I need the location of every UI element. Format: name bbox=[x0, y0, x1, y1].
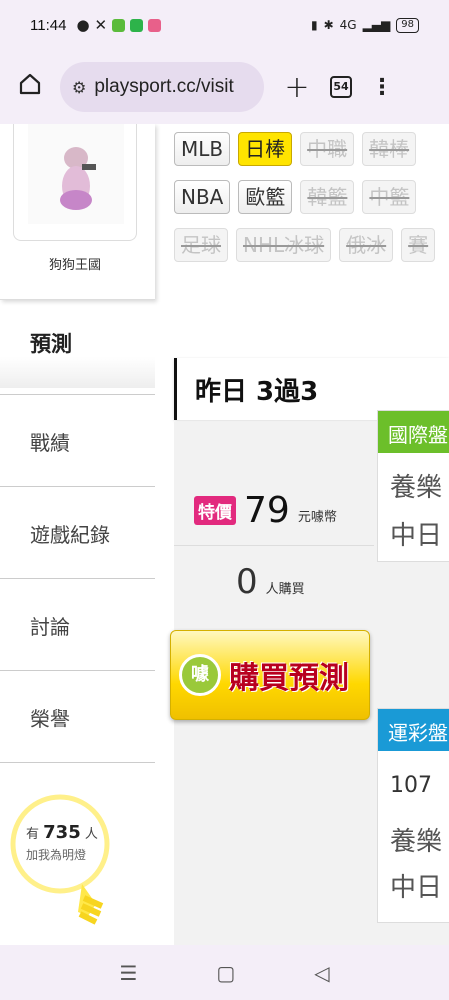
app-icon: ✕ bbox=[94, 16, 108, 34]
tag-kbo: 韓棒 bbox=[362, 132, 417, 166]
sidebar-item-label: 戰績 bbox=[30, 431, 70, 455]
prediction-content: 特價 79 元噱幣 0 人購買 噱 購買預測 國際盤 養樂 中日 運彩盤 107… bbox=[170, 410, 449, 945]
bluetooth-icon: ✱ bbox=[323, 18, 334, 32]
tag-npb[interactable]: 日棒 bbox=[238, 132, 293, 166]
app-pink-icon bbox=[148, 18, 162, 32]
status-time: 11:44 bbox=[30, 16, 67, 34]
profile-card: 狗狗王國 bbox=[0, 124, 155, 300]
sidebar-item-record[interactable]: 戰績 bbox=[0, 395, 155, 487]
app-green2-icon bbox=[130, 18, 144, 32]
new-tab-button[interactable]: + bbox=[264, 70, 330, 105]
sale-badge: 特價 bbox=[194, 496, 236, 525]
sidebar-item-label: 遊戲紀錄 bbox=[30, 523, 110, 547]
url-text: playsport.cc/visit bbox=[94, 76, 234, 97]
tag-row-1: MLB 日棒 中職 韓棒 bbox=[174, 132, 449, 166]
fans-count: 735 bbox=[43, 822, 81, 843]
buy-prediction-button[interactable]: 噱 購買預測 bbox=[170, 630, 370, 720]
browser-toolbar: ⚙ playsport.cc/visit + 54 ⋮ bbox=[0, 50, 449, 124]
buy-prediction-label: 購買預測 bbox=[229, 661, 349, 696]
avatar-frame[interactable] bbox=[13, 124, 137, 241]
panel-header: 運彩盤 bbox=[378, 709, 449, 751]
status-bar: 11:44 ● ✕ ▮ ✱ 4G ▂▄▆ 98 bbox=[0, 0, 449, 50]
coin-icon: 噱 bbox=[179, 654, 221, 696]
sport-tags: MLB 日棒 中職 韓棒 NBA 歐籃 韓籃 中籃 足球 NHL冰球 俄冰 賽 bbox=[174, 132, 449, 276]
site-settings-icon[interactable]: ⚙ bbox=[72, 78, 86, 97]
buyers-label: 人購買 bbox=[265, 581, 305, 597]
address-bar[interactable]: ⚙ playsport.cc/visit bbox=[60, 62, 264, 112]
tag-cpbl: 中職 bbox=[300, 132, 355, 166]
tag-korea-basketball: 韓籃 bbox=[300, 180, 355, 214]
buyers-count: 0 bbox=[236, 562, 258, 602]
status-right: ▮ ✱ 4G ▂▄▆ 98 bbox=[310, 17, 419, 33]
notification-icons: ● ✕ bbox=[76, 16, 162, 34]
system-nav-bar: ☰ ▢ ◁ bbox=[0, 945, 449, 1000]
sidebar-item-label: 預測 bbox=[30, 332, 72, 356]
price-row: 特價 79 元噱幣 bbox=[194, 490, 337, 531]
chat-icon: ● bbox=[76, 16, 90, 34]
fans-count-line: 有 735 人 bbox=[26, 822, 98, 843]
sidebar: 狗狗王國 預測 戰績 遊戲紀錄 討論 榮譽 有 735 人 加我為明燈 bbox=[0, 124, 155, 945]
panel-header: 國際盤 bbox=[378, 411, 449, 453]
team-row[interactable]: 養樂 bbox=[378, 811, 449, 857]
follow-bulb-button[interactable]: 有 735 人 加我為明燈 bbox=[8, 794, 118, 934]
home-icon bbox=[19, 73, 41, 95]
result-title: 昨日 3過3 bbox=[195, 377, 319, 407]
sidebar-nav: 戰績 遊戲紀錄 討論 榮譽 bbox=[0, 394, 155, 763]
tag-nba[interactable]: NBA bbox=[174, 180, 231, 214]
tag-row-3: 足球 NHL冰球 俄冰 賽 bbox=[174, 228, 449, 262]
avatar bbox=[28, 124, 124, 224]
home-button[interactable] bbox=[0, 72, 60, 102]
battery-icon: 98 bbox=[396, 17, 419, 33]
sidebar-item-game-log[interactable]: 遊戲紀錄 bbox=[0, 487, 155, 579]
divider bbox=[174, 545, 374, 546]
page-content: 狗狗王國 預測 戰績 遊戲紀錄 討論 榮譽 有 735 人 加我為明燈 MLB … bbox=[0, 124, 449, 945]
team-row[interactable]: 中日 bbox=[378, 505, 449, 561]
sidebar-item-honors[interactable]: 榮譽 bbox=[0, 671, 155, 763]
price-unit: 元噱幣 bbox=[297, 510, 337, 525]
tab-count-button[interactable]: 54 bbox=[330, 76, 352, 98]
tag-nhl: NHL冰球 bbox=[236, 228, 332, 262]
sidebar-item-label: 榮譽 bbox=[30, 707, 70, 731]
tag-row-2: NBA 歐籃 韓籃 中籃 bbox=[174, 180, 449, 214]
fans-caption: 加我為明燈 bbox=[26, 848, 87, 862]
fans-suffix: 人 bbox=[84, 827, 98, 842]
international-odds-panel: 國際盤 養樂 中日 bbox=[377, 410, 449, 562]
signal-icon: ▂▄▆ bbox=[362, 18, 391, 32]
buyers-row: 0 人購買 bbox=[236, 562, 305, 602]
tag-china-basketball: 中籃 bbox=[362, 180, 417, 214]
tag-euro-basketball[interactable]: 歐籃 bbox=[238, 180, 293, 214]
fans-prefix: 有 bbox=[26, 827, 40, 842]
team-row[interactable]: 中日 bbox=[378, 857, 449, 903]
back-icon[interactable]: ◁ bbox=[314, 961, 329, 985]
sidebar-item-discussion[interactable]: 討論 bbox=[0, 579, 155, 671]
overflow-menu-icon[interactable]: ⋮ bbox=[352, 75, 412, 100]
sports-lottery-panel: 運彩盤 107 養樂 中日 bbox=[377, 708, 449, 923]
recent-apps-icon[interactable]: ☰ bbox=[119, 961, 137, 985]
user-name[interactable]: 狗狗王國 bbox=[0, 254, 150, 273]
network-label: 4G bbox=[339, 18, 357, 32]
sidebar-item-predict[interactable]: 預測 bbox=[0, 310, 155, 388]
odds-value: 107 bbox=[390, 773, 432, 798]
vibrate-icon: ▮ bbox=[310, 18, 318, 32]
tag-khl: 俄冰 bbox=[339, 228, 394, 262]
tag-soccer: 足球 bbox=[174, 228, 228, 262]
team-row[interactable]: 養樂 bbox=[378, 453, 449, 505]
light-bulb-icon bbox=[10, 794, 110, 925]
app-green-icon bbox=[112, 18, 126, 32]
price-value: 79 bbox=[244, 490, 290, 531]
sidebar-item-label: 討論 bbox=[30, 615, 70, 639]
avatar-figure-icon bbox=[60, 147, 96, 210]
tag-mlb[interactable]: MLB bbox=[174, 132, 231, 166]
tag-more: 賽 bbox=[401, 228, 436, 262]
home-nav-icon[interactable]: ▢ bbox=[216, 961, 235, 985]
